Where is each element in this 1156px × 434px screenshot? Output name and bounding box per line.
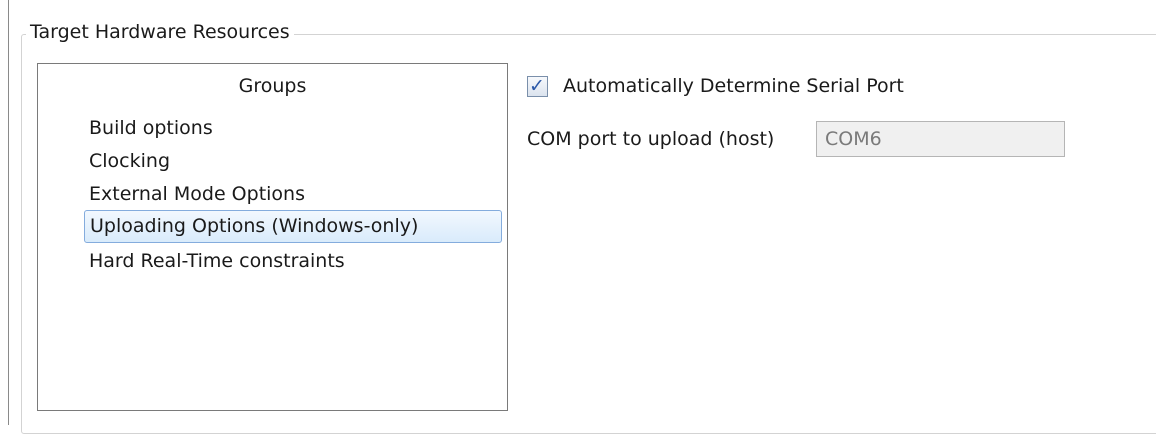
com-port-field[interactable] — [816, 121, 1065, 157]
groups-list[interactable]: Groups Build options Clocking External M… — [37, 63, 508, 411]
auto-serial-port-label[interactable]: Automatically Determine Serial Port — [563, 75, 904, 97]
groups-list-header: Groups — [238, 75, 307, 97]
target-hardware-resources-pane: Target Hardware Resources Groups Build o… — [0, 0, 1156, 434]
group-item-clocking[interactable]: Clocking — [84, 145, 502, 178]
group-item-uploading-options[interactable]: Uploading Options (Windows-only) — [84, 210, 502, 243]
checkmark-icon: ✓ — [529, 74, 545, 97]
group-item-external-mode-options[interactable]: External Mode Options — [84, 178, 502, 211]
pane-left-border — [8, 0, 9, 425]
auto-serial-port-checkbox[interactable]: ✓ — [527, 74, 548, 97]
auto-serial-port-option[interactable]: ✓ Automatically Determine Serial Port — [527, 70, 904, 102]
com-port-label: COM port to upload (host) — [527, 128, 775, 150]
group-box-title: Target Hardware Resources — [26, 18, 294, 46]
group-item-build-options[interactable]: Build options — [84, 112, 502, 145]
group-item-hard-real-time-constraints[interactable]: Hard Real-Time constraints — [84, 245, 502, 278]
